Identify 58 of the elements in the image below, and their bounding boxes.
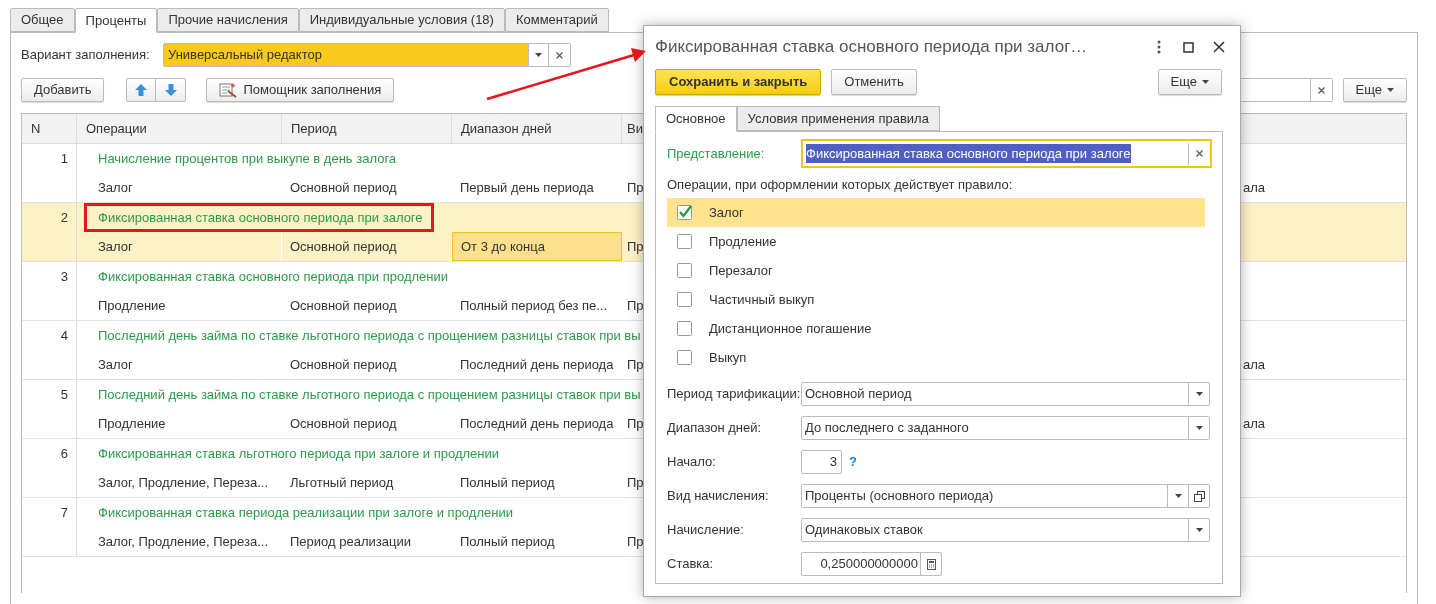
- rule-title: Начисление процентов при выкупе в день залога: [98, 149, 397, 168]
- table-cell-text: Последний день периода: [459, 414, 615, 433]
- table-cell-text: Пр: [627, 178, 644, 197]
- row-number: 2: [22, 203, 77, 232]
- table-cell-text: ала: [1243, 178, 1266, 197]
- checkbox-label: Выкуп: [709, 348, 747, 367]
- field-label: Ставка:: [667, 555, 715, 574]
- checkbox-label: Дистанционное погашение: [709, 319, 872, 338]
- rule-title: Фиксированная ставка периода реализации при залоге и продлении: [98, 503, 513, 522]
- checkbox-label: Продление: [709, 232, 777, 251]
- table-cell: Залог: [77, 232, 282, 261]
- table-cell-text: Полный период: [459, 532, 556, 551]
- table-cell-text: Полный период: [459, 473, 556, 492]
- field-label: Начисление:: [667, 521, 745, 540]
- table-cell-text: Пр: [627, 473, 644, 492]
- checkbox-label: Перезалог: [709, 261, 773, 280]
- table-cell-text: Продление: [97, 414, 167, 433]
- rule-title: Фиксированная ставка основного периода при продлении: [98, 267, 449, 286]
- row-number: 3: [22, 262, 77, 291]
- row-number: 4: [22, 321, 77, 350]
- table-cell-text: Основной период: [289, 296, 398, 315]
- table-cell-text: Продление: [97, 296, 167, 315]
- table-cell-text: Полный период без пе...: [459, 296, 609, 315]
- row-number: 5: [22, 380, 77, 409]
- rule-title: Последний день займа по ставке льготного периода с прощением разницы ставок при вы: [98, 326, 641, 345]
- table-cell-text: Период реализации: [289, 532, 412, 551]
- row-number: 6: [22, 439, 77, 468]
- table-cell-text: Основной период: [289, 178, 398, 197]
- checkbox-label: Частичный выкуп: [709, 290, 815, 309]
- window-title: Фиксированная ставка основного периода при залог…: [655, 36, 1089, 59]
- table-cell-text: Основной период: [289, 355, 398, 374]
- table-cell-text: Пр: [627, 414, 644, 433]
- table-cell-text: Залог: [97, 355, 134, 374]
- field-label: Вариант заполнения:: [21, 46, 151, 65]
- row-number: 7: [22, 498, 77, 527]
- table-cell-text: Основной период: [289, 414, 398, 433]
- table-cell-text: Залог, Продление, Переза...: [97, 473, 269, 492]
- field-label: Представление:: [667, 144, 766, 163]
- row-number: 1: [22, 144, 77, 173]
- rule-title: Фиксированная ставка основного периода при залоге: [98, 208, 423, 227]
- table-cell-text: Пр: [627, 237, 644, 256]
- table-cell-text: Залог, Продление, Переза...: [97, 532, 269, 551]
- table-cell-text: Последний день периода: [459, 355, 615, 374]
- field-label: Период тарификации:: [667, 385, 801, 404]
- table-cell-text: ала: [1243, 355, 1266, 374]
- field-label: Начало:: [667, 453, 717, 472]
- rule-title: Последний день займа по ставке льготного периода с прощением разницы ставок при вы: [98, 385, 641, 404]
- table-cell-text: Залог: [97, 178, 134, 197]
- rule-title: Фиксированная ставка льготного периода при залоге и продлении: [98, 444, 500, 463]
- table-cell-text: Пр: [627, 532, 644, 551]
- section-label: Операции, при оформлении которых действует правило:: [667, 177, 1014, 192]
- table-cell-text: Первый день периода: [459, 178, 595, 197]
- table-cell-text: Льготный период: [289, 473, 395, 492]
- field-label: Диапазон дней:: [667, 419, 763, 438]
- table-cell-text: Пр: [627, 296, 644, 315]
- table-cell-text: ала: [1243, 414, 1266, 433]
- checkbox-label: Залог: [709, 203, 744, 222]
- table-cell-text: Пр: [627, 355, 644, 374]
